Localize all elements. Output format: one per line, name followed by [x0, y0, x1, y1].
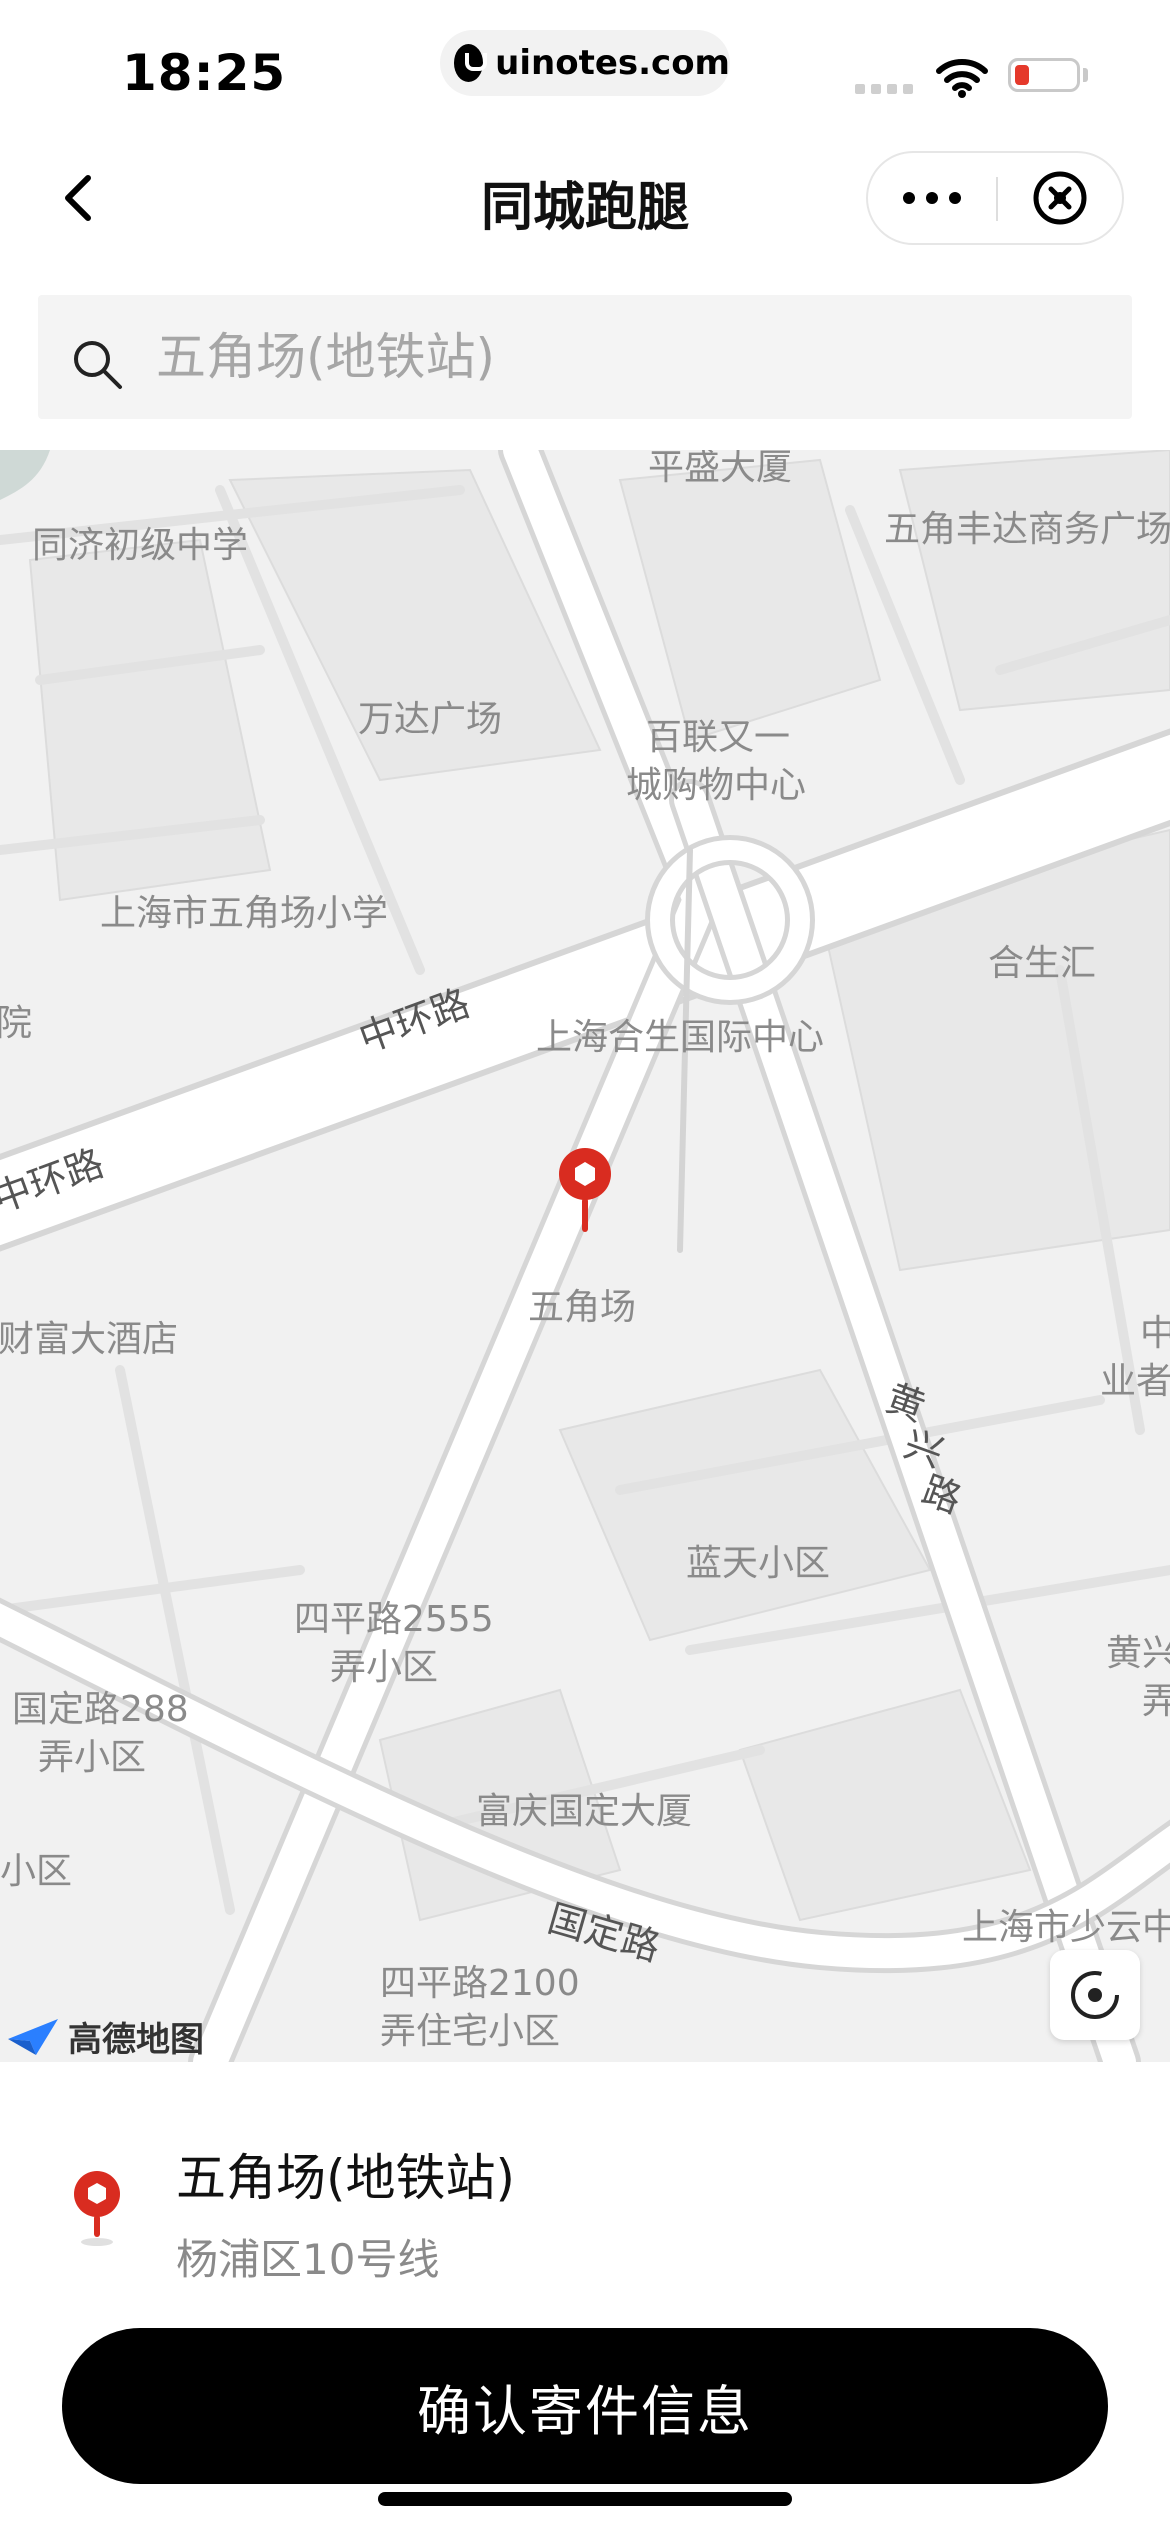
- map-attribution: 高德地图: [6, 2012, 204, 2061]
- map-label: 弄: [1142, 1681, 1170, 1722]
- close-button[interactable]: [998, 153, 1122, 243]
- map-label: 同济初级中学: [32, 525, 249, 566]
- mini-program-capsule: [866, 151, 1124, 245]
- battery-icon: [1008, 58, 1080, 92]
- location-pin-icon: [74, 2171, 120, 2246]
- map-label: 财富大酒店: [0, 1319, 179, 1360]
- search-icon: [74, 341, 122, 389]
- more-button[interactable]: [868, 153, 996, 243]
- map-label: 小区: [0, 1851, 73, 1892]
- status-time: 18:25: [122, 44, 287, 102]
- amap-text: 高德地图: [68, 2020, 204, 2060]
- uinotes-logo-icon: [454, 44, 488, 82]
- location-pin-icon: [559, 1148, 611, 1232]
- map-label: 富庆国定大厦: [476, 1791, 693, 1832]
- more-dots-icon: [903, 192, 961, 204]
- map-view[interactable]: 平盛大厦 同济初级中学 五角丰达商务广场 万达广场 百联又一 城购物中心 上海市…: [0, 450, 1170, 2062]
- status-bar: 18:25 uinotes.com: [0, 0, 1170, 140]
- map-label: 五角场: [528, 1287, 637, 1328]
- map-label: 合生汇: [988, 943, 1097, 984]
- signal-icon: [855, 84, 913, 94]
- map-label: 院: [0, 1003, 33, 1044]
- battery-nub: [1083, 68, 1088, 82]
- amap-logo-icon: [8, 2018, 58, 2055]
- map-label: 四平路2100: [380, 1963, 580, 2004]
- map-label: 弄小区: [38, 1737, 147, 1778]
- wifi-icon: [936, 59, 988, 98]
- map-label: 国定路288: [12, 1689, 189, 1730]
- map-label: 万达广场: [358, 699, 503, 740]
- map-label: 黄兴: [1106, 1633, 1170, 1674]
- search-input[interactable]: [156, 295, 1096, 419]
- map-label: 平盛大厦: [648, 450, 793, 488]
- map-label: 上海合生国际中心: [536, 1017, 825, 1058]
- map-label: 弄住宅小区: [380, 2011, 561, 2052]
- close-circle-icon: [1033, 171, 1087, 225]
- map-label: 业者: [1100, 1361, 1170, 1402]
- confirm-shipping-button[interactable]: 确认寄件信息: [62, 2328, 1108, 2484]
- map-label: 四平路2555: [294, 1599, 494, 1640]
- map-label: 中: [1140, 1313, 1170, 1354]
- search-bar[interactable]: [38, 295, 1132, 419]
- map-label: 蓝天小区: [686, 1543, 831, 1584]
- result-address: 杨浦区10号线: [176, 2235, 440, 2284]
- url-pill: uinotes.com: [440, 30, 730, 96]
- map-label: 城购物中心: [626, 765, 807, 806]
- result-name: 五角场(地铁站): [176, 2149, 516, 2207]
- locate-button[interactable]: [1050, 1950, 1140, 2040]
- map-label: 弄小区: [330, 1647, 439, 1688]
- map-label: 五角丰达商务广场: [884, 509, 1170, 550]
- home-indicator: [378, 2492, 792, 2506]
- locate-icon: [1071, 1971, 1119, 2019]
- map-label: 上海市少云中: [962, 1907, 1170, 1948]
- url-text: uinotes.com: [495, 43, 730, 83]
- map-label: 百联又一: [646, 717, 791, 758]
- map-label: 上海市五角场小学: [100, 893, 389, 934]
